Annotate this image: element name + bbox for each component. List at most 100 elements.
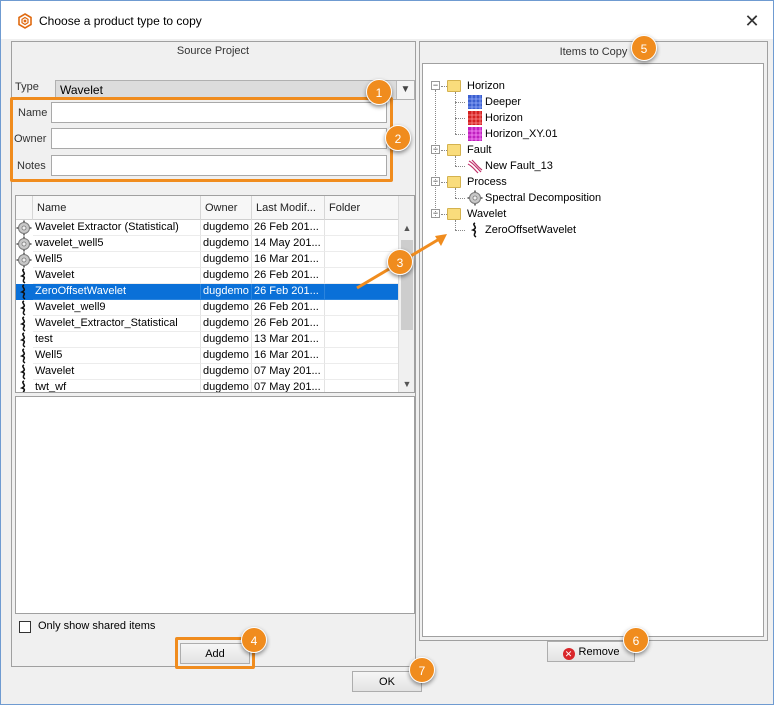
dialog-window: Choose a product type to copy ✕ Source P… xyxy=(0,0,774,705)
table-cell-name: ZeroOffsetWavelet xyxy=(33,284,201,300)
table-cell-modified: 26 Feb 201... xyxy=(252,284,325,300)
tree-item-label[interactable]: Horizon_XY.01 xyxy=(485,126,558,142)
table-row[interactable]: twt_wf dugdemo 07 May 201... xyxy=(16,380,400,392)
gear-icon xyxy=(16,236,32,252)
table-cell-name: Well5 xyxy=(33,252,201,268)
table-cell-modified: 14 May 201... xyxy=(252,236,325,252)
wavelet-icon xyxy=(16,268,32,284)
table-row[interactable]: Well5 dugdemo 16 Mar 201... xyxy=(16,252,400,268)
app-logo-icon xyxy=(18,13,32,29)
table-cell-modified: 16 Mar 201... xyxy=(252,348,325,364)
table-cell-owner: dugdemo xyxy=(201,348,252,364)
remove-button[interactable]: ✕ Remove xyxy=(547,641,635,662)
table-cell-owner: dugdemo xyxy=(201,316,252,332)
close-icon[interactable]: ✕ xyxy=(741,10,763,32)
callout-badge-1: 1 xyxy=(366,79,392,105)
table-cell-modified: 26 Feb 201... xyxy=(252,300,325,316)
title-bar: Choose a product type to copy ✕ xyxy=(1,1,773,39)
table-cell-modified: 26 Feb 201... xyxy=(252,316,325,332)
tree-group-label[interactable]: Fault xyxy=(467,142,491,158)
add-button[interactable]: Add xyxy=(180,643,250,664)
items-tree[interactable]: − Horizon Deeper Horizon Horizon_XY.01− Fault… xyxy=(422,63,764,637)
table-row[interactable]: ZeroOffsetWavelet dugdemo 26 Feb 201... xyxy=(16,284,400,300)
table-cell-modified: 07 May 201... xyxy=(252,364,325,380)
gear-icon xyxy=(16,220,32,236)
table-row[interactable]: Wavelet_Extractor_Statistical dugdemo 26 F… xyxy=(16,316,400,332)
table-cell-owner: dugdemo xyxy=(201,300,252,316)
tree-item-label[interactable]: New Fault_13 xyxy=(485,158,553,174)
tree-group-label[interactable]: Wavelet xyxy=(467,206,506,222)
table-cell-name: wavelet_well5 xyxy=(33,236,201,252)
owner-input[interactable] xyxy=(51,128,387,149)
wavelet-icon xyxy=(16,316,32,332)
table-cell-modified: 26 Feb 201... xyxy=(252,268,325,284)
window-title: Choose a product type to copy xyxy=(39,14,202,28)
column-header-icon xyxy=(16,196,33,220)
table-cell-folder xyxy=(325,332,400,348)
gear-icon xyxy=(16,252,32,268)
tree-item-label[interactable]: ZeroOffsetWavelet xyxy=(485,222,576,238)
table-row[interactable]: Wavelet dugdemo 07 May 201... xyxy=(16,364,400,380)
notes-input[interactable] xyxy=(51,155,387,176)
table-cell-owner: dugdemo xyxy=(201,364,252,380)
name-input[interactable] xyxy=(51,102,387,123)
callout-badge-5: 5 xyxy=(631,35,657,61)
table-cell-name: Wavelet xyxy=(33,364,201,380)
table-cell-folder xyxy=(325,300,400,316)
table-cell-name: Wavelet_well9 xyxy=(33,300,201,316)
tree-connector xyxy=(455,118,465,119)
notes-label: Notes xyxy=(17,160,46,172)
callout-badge-6: 6 xyxy=(623,627,649,653)
fault-icon xyxy=(467,158,483,174)
table-cell-name: test xyxy=(33,332,201,348)
horizon-blue-icon xyxy=(467,94,483,110)
tree-group-label[interactable]: Horizon xyxy=(467,78,505,94)
remove-label: Remove xyxy=(578,646,620,658)
tree-connector xyxy=(435,90,436,218)
details-pane xyxy=(15,396,415,614)
callout-badge-3: 3 xyxy=(387,249,413,275)
table-cell-folder xyxy=(325,364,400,380)
table-cell-name: Wavelet_Extractor_Statistical xyxy=(33,316,201,332)
tree-item-label[interactable]: Horizon xyxy=(485,110,523,126)
scroll-down-icon[interactable]: ▼ xyxy=(399,376,414,392)
tree-item-label[interactable]: Deeper xyxy=(485,94,521,110)
table-cell-modified: 26 Feb 201... xyxy=(252,220,325,236)
folder-icon xyxy=(447,80,461,92)
table-row[interactable]: test dugdemo 13 Mar 201... xyxy=(16,332,400,348)
table-cell-name: Wavelet xyxy=(33,268,201,284)
owner-label: Owner xyxy=(14,133,47,145)
type-select[interactable]: Wavelet ▼ xyxy=(55,80,415,100)
wavelet-icon xyxy=(16,348,32,364)
table-cell-modified: 16 Mar 201... xyxy=(252,252,325,268)
table-cell-folder xyxy=(325,348,400,364)
wavelet-icon xyxy=(16,332,32,348)
table-cell-name: Well5 xyxy=(33,348,201,364)
items-to-copy-header: Items to Copy xyxy=(559,46,628,58)
column-header-owner[interactable]: Owner xyxy=(201,196,252,220)
only-shared-checkbox[interactable] xyxy=(19,621,31,633)
wavelet-icon xyxy=(16,364,32,380)
wavelet-icon xyxy=(16,300,32,316)
table-cell-folder xyxy=(325,380,400,392)
column-header-last-modified[interactable]: Last Modif... xyxy=(252,196,325,220)
table-cell-owner: dugdemo xyxy=(201,268,252,284)
table-cell-modified: 13 Mar 201... xyxy=(252,332,325,348)
table-row[interactable]: Wavelet dugdemo 26 Feb 201... xyxy=(16,268,400,284)
tree-group-label[interactable]: Process xyxy=(467,174,507,190)
tree-item-label[interactable]: Spectral Decomposition xyxy=(485,190,601,206)
column-header-name[interactable]: Name xyxy=(33,196,201,220)
tree-connector xyxy=(455,156,456,166)
collapse-icon[interactable]: − xyxy=(431,81,440,90)
table-cell-modified: 07 May 201... xyxy=(252,380,325,392)
table-row[interactable]: Wavelet_well9 dugdemo 26 Feb 201... xyxy=(16,300,400,316)
table-row[interactable]: Wavelet Extractor (Statistical) dugdemo 26… xyxy=(16,220,400,236)
only-shared-label: Only show shared items xyxy=(38,620,156,632)
table-cell-name: twt_wf xyxy=(33,380,201,392)
table-cell-owner: dugdemo xyxy=(201,284,252,300)
horizon-red-icon xyxy=(467,110,483,126)
table-row[interactable]: wavelet_well5 dugdemo 14 May 201... xyxy=(16,236,400,252)
chevron-down-icon[interactable]: ▼ xyxy=(396,81,414,99)
column-header-folder[interactable]: Folder xyxy=(325,196,400,220)
table-row[interactable]: Well5 dugdemo 16 Mar 201... xyxy=(16,348,400,364)
